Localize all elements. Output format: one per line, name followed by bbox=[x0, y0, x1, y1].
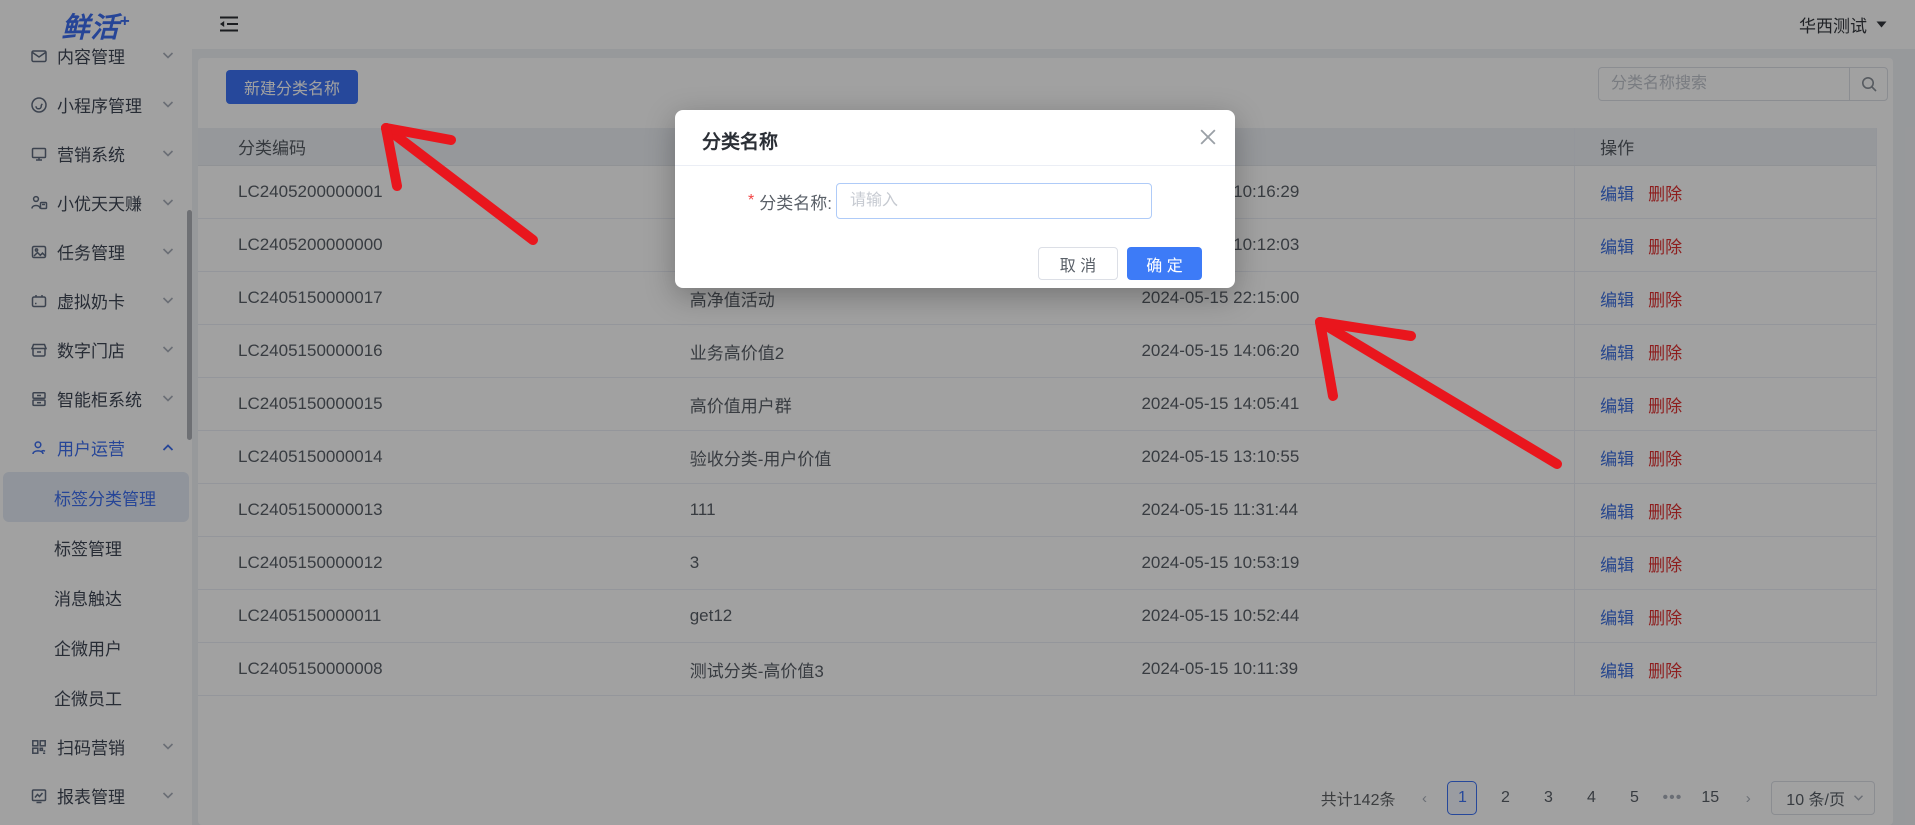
category-name-input[interactable] bbox=[836, 183, 1152, 219]
category-name-label: * 分类名称: bbox=[748, 192, 832, 213]
required-mark: * bbox=[748, 192, 755, 209]
cancel-button[interactable]: 取 消 bbox=[1038, 247, 1118, 280]
dialog-title: 分类名称 bbox=[702, 132, 779, 153]
confirm-button[interactable]: 确 定 bbox=[1127, 247, 1202, 280]
divider bbox=[675, 165, 1235, 166]
app-root: 华西测试 鲜活+ 内容管理 小程序管理 营销系统 小优天天赚 任务管理 虚拟奶卡… bbox=[0, 0, 1915, 825]
close-icon[interactable] bbox=[1200, 129, 1216, 145]
category-name-dialog: 分类名称 * 分类名称: 取 消 确 定 bbox=[675, 110, 1235, 288]
